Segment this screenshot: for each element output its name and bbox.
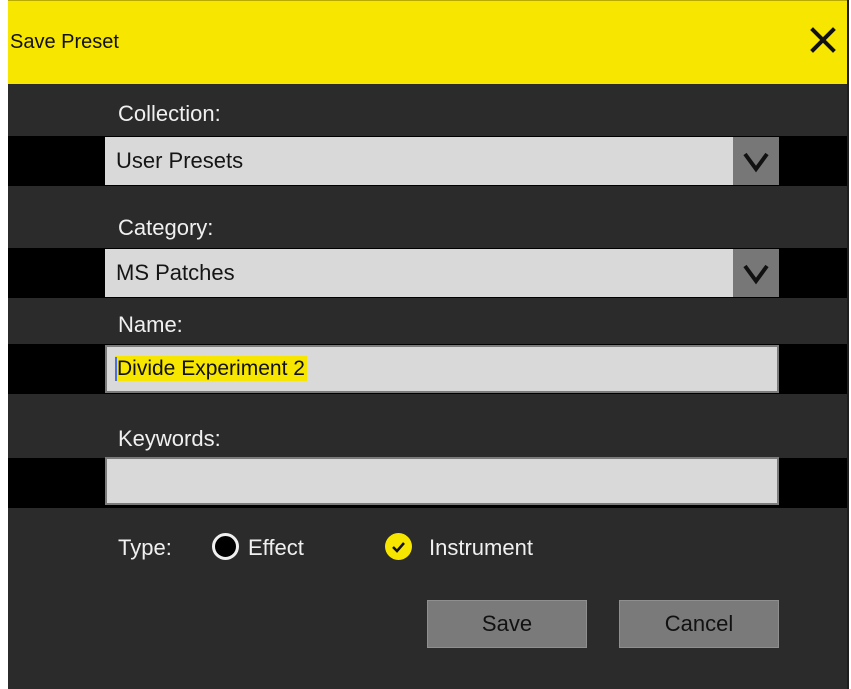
instrument-radio-label[interactable]: Instrument [429,535,533,561]
collection-value: User Presets [116,148,244,173]
instrument-radio[interactable] [385,533,412,560]
keywords-input[interactable] [105,457,779,505]
title-bar: Save Preset [8,0,847,84]
type-label: Type: [118,535,172,560]
collection-dropdown-button[interactable] [733,137,779,185]
name-label: Name: [118,312,183,337]
name-input[interactable]: Divide Experiment 2 [105,345,779,393]
category-select[interactable]: MS Patches [105,249,779,297]
chevron-down-icon [743,152,769,173]
check-icon [392,542,405,553]
keywords-label: Keywords: [118,426,221,451]
category-dropdown-button[interactable] [733,249,779,297]
chevron-down-icon [743,264,769,285]
category-value: MS Patches [116,260,235,285]
close-icon [810,27,836,53]
collection-select[interactable]: User Presets [105,137,779,185]
collection-label: Collection: [118,101,221,126]
text-caret [115,357,117,381]
category-label: Category: [118,215,214,240]
dialog-title: Save Preset [10,31,119,53]
save-preset-dialog: Save Preset Collection: User Presets Cat… [8,0,849,689]
type-radio-group: Type: Effect Instrument [8,532,847,568]
cancel-button[interactable]: Cancel [619,600,779,648]
save-button[interactable]: Save [427,600,587,648]
effect-radio[interactable] [212,533,239,560]
close-button[interactable] [809,25,837,55]
effect-radio-label[interactable]: Effect [248,535,304,561]
name-input-value: Divide Experiment 2 [115,356,307,381]
